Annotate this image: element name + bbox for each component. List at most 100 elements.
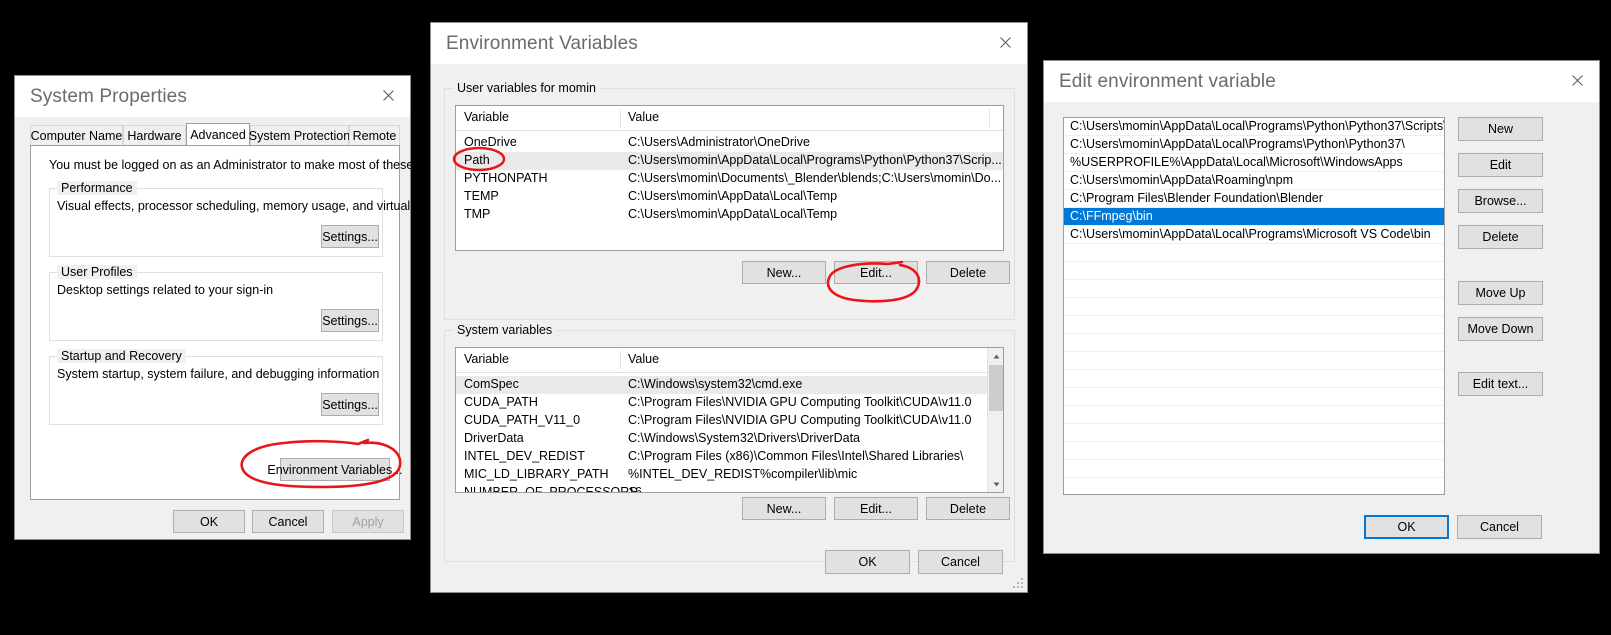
button-label: Environment Variables...	[267, 462, 403, 477]
table-row[interactable]: Path C:\Users\momin\AppData\Local\Progra…	[456, 152, 1003, 170]
variable-name: INTEL_DEV_REDIST	[464, 449, 585, 463]
table-row[interactable]: ComSpec C:\Windows\system32\cmd.exe	[456, 376, 987, 394]
system-variables-list[interactable]: Variable Value ComSpec C:\Windows\system…	[455, 347, 1004, 493]
close-icon[interactable]	[366, 80, 410, 110]
list-item[interactable]: C:\Users\momin\AppData\Local\Programs\Py…	[1064, 136, 1444, 154]
list-item-empty[interactable]	[1064, 280, 1444, 298]
list-item[interactable]: C:\Users\momin\AppData\Roaming\npm	[1064, 172, 1444, 190]
button-label: Delete	[1482, 230, 1519, 244]
environment-variables-title: Environment Variables	[446, 33, 638, 54]
environment-variables-ok-button[interactable]: OK	[825, 550, 910, 574]
path-browse-button[interactable]: Browse...	[1458, 189, 1543, 213]
system-variables-scrollbar[interactable]	[987, 348, 1003, 492]
chevron-up-glyph	[993, 354, 999, 358]
variable-value: 16	[628, 485, 642, 493]
path-entries-list[interactable]: C:\Users\momin\AppData\Local\Programs\Py…	[1063, 117, 1445, 495]
list-item[interactable]: C:\Program Files\Blender Foundation\Blen…	[1064, 190, 1444, 208]
list-item[interactable]: C:\Users\momin\AppData\Local\Programs\Py…	[1064, 118, 1444, 136]
user-profiles-settings-button[interactable]: Settings...	[321, 309, 379, 332]
list-item-empty[interactable]	[1064, 478, 1444, 494]
system-properties-window: System Properties Computer Name Hardware…	[14, 75, 468, 540]
environment-variables-cancel-button[interactable]: Cancel	[918, 550, 1003, 574]
startup-recovery-description: System startup, system failure, and debu…	[57, 367, 380, 381]
table-row[interactable]: INTEL_DEV_REDIST C:\Program Files (x86)\…	[456, 448, 987, 466]
list-item-empty[interactable]	[1064, 460, 1444, 478]
scroll-up-icon[interactable]	[988, 348, 1003, 364]
performance-settings-button[interactable]: Settings...	[321, 225, 379, 248]
path-move-up-button[interactable]: Move Up	[1458, 281, 1543, 305]
variable-name: MIC_LD_LIBRARY_PATH	[464, 467, 609, 481]
list-item-empty[interactable]	[1064, 442, 1444, 460]
path-move-down-button[interactable]: Move Down	[1458, 317, 1543, 341]
performance-group-label: Performance	[57, 181, 137, 195]
list-item-empty[interactable]	[1064, 262, 1444, 280]
list-item-empty[interactable]	[1064, 406, 1444, 424]
table-row[interactable]: NUMBER_OF_PROCESSORS 16	[456, 484, 987, 493]
list-item-empty[interactable]	[1064, 352, 1444, 370]
path-edit-button[interactable]: Edit	[1458, 153, 1543, 177]
edit-environment-variable-cancel-button[interactable]: Cancel	[1457, 515, 1542, 539]
resize-grip[interactable]	[1011, 576, 1025, 590]
tab-label: Computer Name	[30, 128, 123, 143]
user-variables-edit-button[interactable]: Edit...	[834, 261, 918, 284]
path-delete-button[interactable]: Delete	[1458, 225, 1543, 249]
list-item[interactable]: %USERPROFILE%\AppData\Local\Microsoft\Wi…	[1064, 154, 1444, 172]
column-header-value[interactable]: Value	[628, 110, 659, 124]
tab-system-protection[interactable]: System Protection	[249, 125, 350, 145]
column-header-value[interactable]: Value	[628, 352, 659, 366]
list-item-empty[interactable]	[1064, 424, 1444, 442]
system-properties-cancel-button[interactable]: Cancel	[252, 510, 324, 533]
tab-computer-name[interactable]: Computer Name	[30, 125, 123, 145]
scroll-down-icon[interactable]	[988, 476, 1003, 492]
list-item[interactable]: C:\Users\momin\AppData\Local\Programs\Mi…	[1064, 226, 1444, 244]
tab-advanced[interactable]: Advanced	[186, 123, 250, 146]
list-item-empty[interactable]	[1064, 244, 1444, 262]
list-item-empty[interactable]	[1064, 316, 1444, 334]
startup-recovery-settings-button[interactable]: Settings...	[321, 393, 379, 416]
user-variables-list[interactable]: Variable Value OneDrive C:\Users\Adminis…	[455, 105, 1004, 251]
column-header-variable[interactable]: Variable	[464, 352, 509, 366]
path-edit-text-button[interactable]: Edit text...	[1458, 372, 1543, 396]
table-row[interactable]: TMP C:\Users\momin\AppData\Local\Temp	[456, 206, 1003, 224]
button-label: Move Down	[1467, 322, 1534, 336]
button-label: OK	[199, 514, 219, 529]
user-variables-new-button[interactable]: New...	[742, 261, 826, 284]
scrollbar-thumb[interactable]	[989, 365, 1003, 411]
system-variables-edit-button[interactable]: Edit...	[834, 497, 918, 520]
list-item-empty[interactable]	[1064, 370, 1444, 388]
button-label: New...	[766, 501, 802, 516]
list-item-empty[interactable]	[1064, 334, 1444, 352]
list-item-empty[interactable]	[1064, 388, 1444, 406]
variable-value: C:\Users\momin\AppData\Local\Temp	[628, 189, 838, 203]
system-variables-delete-button[interactable]: Delete	[926, 497, 1010, 520]
list-item[interactable]: C:\FFmpeg\bin	[1064, 208, 1444, 226]
system-properties-ok-button[interactable]: OK	[173, 510, 245, 533]
environment-variables-window: Environment Variables User variables for…	[430, 22, 1028, 593]
close-glyph	[1571, 74, 1583, 86]
close-icon[interactable]	[983, 27, 1027, 57]
tab-label: Advanced	[190, 128, 246, 142]
table-row[interactable]: DriverData C:\Windows\System32\Drivers\D…	[456, 430, 987, 448]
button-label: Settings...	[322, 397, 378, 412]
table-row[interactable]: TEMP C:\Users\momin\AppData\Local\Temp	[456, 188, 1003, 206]
list-item-empty[interactable]	[1064, 298, 1444, 316]
table-row[interactable]: OneDrive C:\Users\Administrator\OneDrive	[456, 134, 1003, 152]
system-variables-new-button[interactable]: New...	[742, 497, 826, 520]
table-row[interactable]: CUDA_PATH_V11_0 C:\Program Files\NVIDIA …	[456, 412, 987, 430]
edit-environment-variable-ok-button[interactable]: OK	[1364, 515, 1449, 539]
user-variables-delete-button[interactable]: Delete	[926, 261, 1010, 284]
path-new-button[interactable]: New	[1458, 117, 1543, 141]
tab-remote[interactable]: Remote	[349, 125, 400, 145]
variable-value: C:\Users\momin\AppData\Local\Programs\Py…	[628, 153, 1002, 167]
tab-hardware[interactable]: Hardware	[123, 125, 186, 145]
environment-variables-button[interactable]: Environment Variables...	[267, 458, 403, 481]
column-header-variable[interactable]: Variable	[464, 110, 509, 124]
table-row[interactable]: MIC_LD_LIBRARY_PATH %INTEL_DEV_REDIST%co…	[456, 466, 987, 484]
variable-name: ComSpec	[464, 377, 519, 391]
column-divider[interactable]	[989, 109, 990, 127]
column-divider[interactable]	[620, 109, 621, 127]
column-divider[interactable]	[620, 351, 621, 369]
table-row[interactable]: CUDA_PATH C:\Program Files\NVIDIA GPU Co…	[456, 394, 987, 412]
table-row[interactable]: PYTHONPATH C:\Users\momin\Documents\_Ble…	[456, 170, 1003, 188]
close-icon[interactable]	[1555, 65, 1599, 95]
